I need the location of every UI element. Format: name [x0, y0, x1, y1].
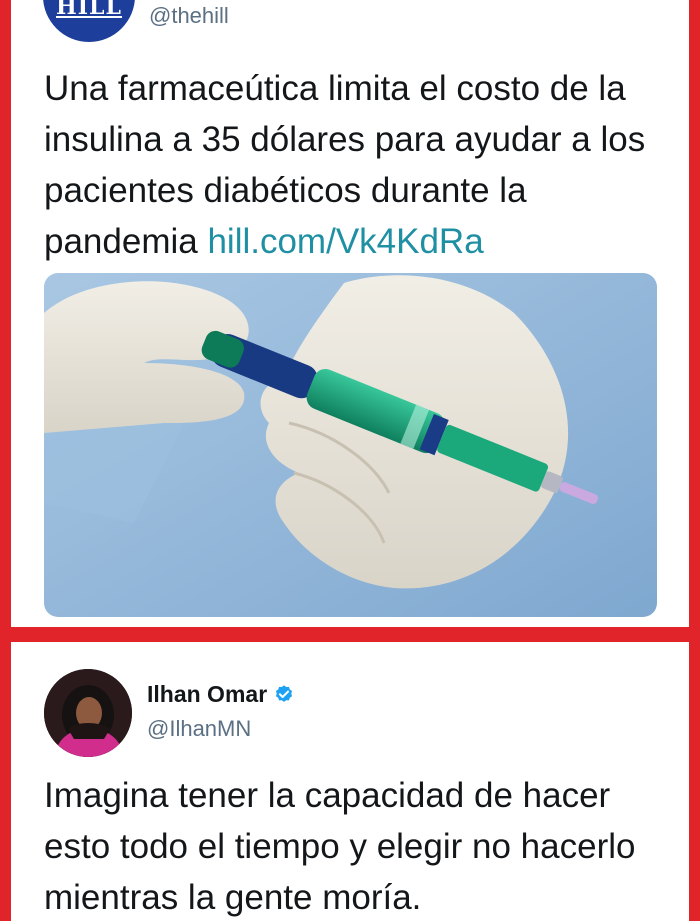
profile-photo [44, 669, 132, 757]
thehill-handle[interactable]: @thehill [149, 3, 229, 29]
author-row: Ilhan Omar [147, 681, 295, 708]
verified-badge-icon [276, 684, 293, 702]
tweet-link[interactable]: hill.com/Vk4KdRa [207, 222, 483, 261]
tweet-card-ilhanomar[interactable]: Ilhan Omar @IlhanMN Imagina tener la cap… [11, 642, 689, 921]
insulin-pen-photo [44, 273, 657, 617]
ilhanomar-avatar[interactable] [44, 669, 132, 757]
tweet-text: Imagina tener la capacidad de hacer esto… [44, 776, 636, 917]
tweet-text: Una farmaceútica limita el costo de la i… [44, 63, 684, 267]
tweet-card-thehill[interactable]: HILL @thehill Una farmaceútica limita el… [11, 0, 689, 627]
display-name[interactable]: Ilhan Omar [147, 681, 267, 708]
thehill-avatar[interactable]: HILL [43, 0, 135, 42]
ilhanomar-handle[interactable]: @IlhanMN [147, 716, 251, 742]
thehill-logo-text: HILL [55, 0, 122, 20]
tweet-media-image[interactable] [44, 273, 657, 617]
